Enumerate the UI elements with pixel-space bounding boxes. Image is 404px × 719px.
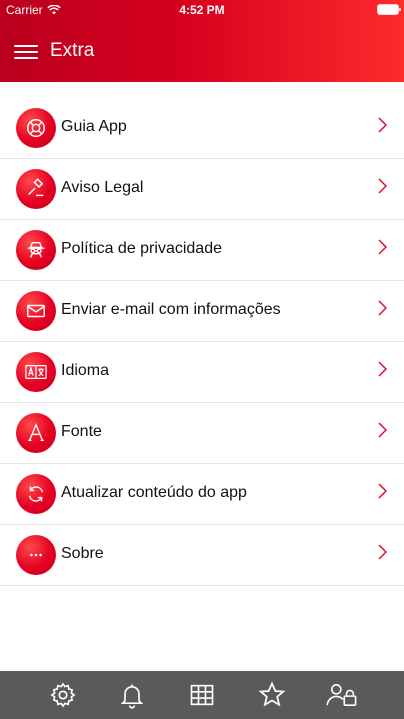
hamburger-menu-button[interactable]: [14, 42, 38, 60]
menu-item-label: Sobre: [61, 545, 104, 562]
menu-item-sobre[interactable]: Sobre: [0, 525, 404, 586]
incognito-spy-icon: [16, 230, 56, 270]
hamburger-line: [14, 57, 38, 59]
hamburger-line: [14, 51, 38, 53]
page-title: Extra: [50, 40, 95, 61]
menu-item-atualizar-conteudo[interactable]: Atualizar conteúdo do app: [0, 464, 404, 525]
envelope-icon: [16, 291, 56, 331]
menu-item-label: Enviar e-mail com informações: [61, 301, 281, 318]
menu-item-guia-app[interactable]: Guia App: [0, 98, 404, 159]
chevron-right-icon: [378, 422, 387, 438]
status-time: 4:52 PM: [179, 3, 225, 17]
tab-account[interactable]: [325, 678, 359, 712]
chevron-right-icon: [378, 361, 387, 377]
translate-icon: [16, 352, 56, 392]
tab-settings[interactable]: [46, 678, 80, 712]
star-icon: [258, 681, 286, 707]
chevron-right-icon: [378, 300, 387, 316]
lifebuoy-icon: [16, 108, 56, 148]
menu-item-enviar-email[interactable]: Enviar e-mail com informações: [0, 281, 404, 342]
tab-favorites[interactable]: [255, 678, 289, 712]
gear-icon: [50, 682, 76, 708]
refresh-icon: [16, 474, 56, 514]
status-bar: Carrier 4:52 PM: [0, 0, 404, 20]
menu-item-label: Atualizar conteúdo do app: [61, 484, 247, 501]
menu-item-aviso-legal[interactable]: Aviso Legal: [0, 159, 404, 220]
chevron-right-icon: [378, 239, 387, 255]
tab-grid[interactable]: [185, 678, 219, 712]
menu-item-label: Guia App: [61, 118, 127, 135]
app-header: Carrier 4:52 PM Extra: [0, 0, 404, 82]
more-dots-icon: [16, 535, 56, 575]
menu-item-idioma[interactable]: Idioma: [0, 342, 404, 403]
bottom-tab-bar: [0, 671, 404, 719]
extra-menu-list: Guia App Aviso Legal Política de privaci…: [0, 98, 404, 586]
menu-item-label: Política de privacidade: [61, 240, 222, 257]
chevron-right-icon: [378, 178, 387, 194]
chevron-right-icon: [378, 117, 387, 133]
chevron-right-icon: [378, 544, 387, 560]
tab-notifications[interactable]: [115, 678, 149, 712]
menu-item-fonte[interactable]: Fonte: [0, 403, 404, 464]
menu-item-label: Idioma: [61, 362, 110, 379]
menu-item-politica-privacidade[interactable]: Política de privacidade: [0, 220, 404, 281]
hamburger-line: [14, 45, 38, 47]
bell-icon: [120, 684, 144, 709]
battery-icon: [378, 5, 401, 14]
user-lock-icon: [326, 684, 357, 706]
nav-bar: Extra: [0, 34, 404, 68]
grid-icon: [190, 684, 214, 706]
menu-item-label: Aviso Legal: [61, 179, 144, 196]
gavel-icon: [16, 169, 56, 209]
chevron-right-icon: [378, 483, 387, 499]
font-a-icon: [16, 413, 56, 453]
menu-item-label: Fonte: [61, 423, 102, 440]
